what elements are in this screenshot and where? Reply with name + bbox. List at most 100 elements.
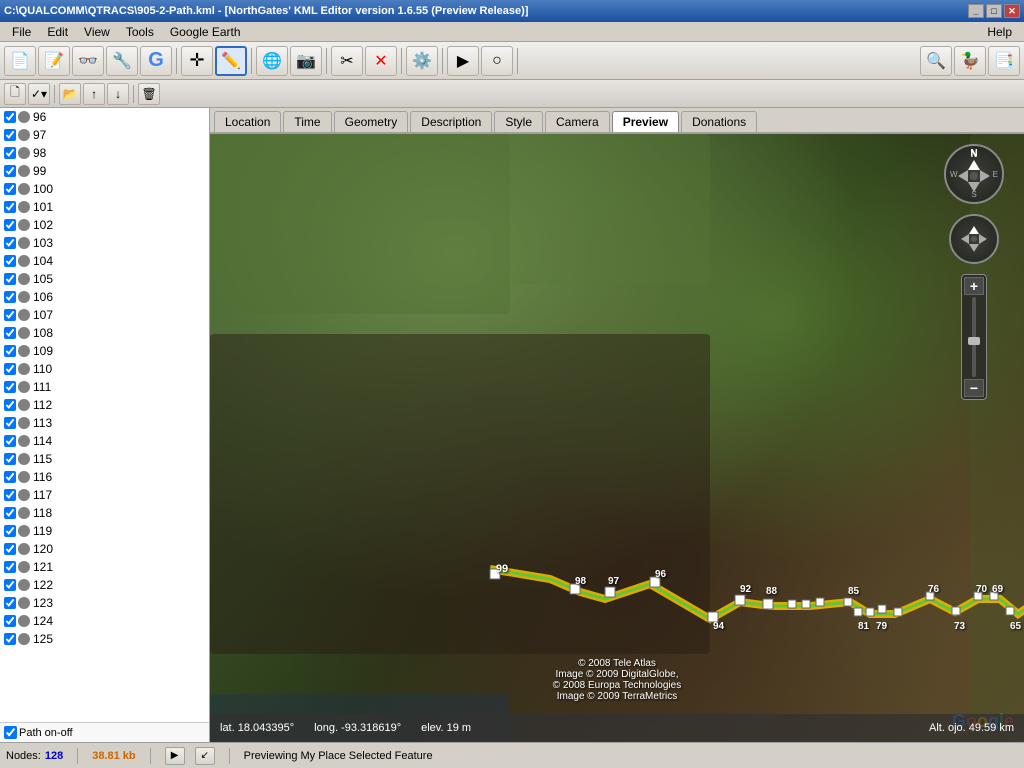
tree-item[interactable]: 107 [0, 306, 209, 324]
google-earth-button[interactable]: G [140, 46, 172, 76]
tree-checkbox[interactable] [4, 489, 16, 501]
menu-edit[interactable]: Edit [39, 23, 76, 41]
tree-item[interactable]: 101 [0, 198, 209, 216]
nav-up-button[interactable]: ↑ [83, 83, 105, 105]
tree-checkbox[interactable] [4, 579, 16, 591]
close-button[interactable]: ✕ [1004, 4, 1020, 18]
tree-checkbox[interactable] [4, 363, 16, 375]
path-onoff-checkbox[interactable] [4, 726, 17, 739]
tree-checkbox[interactable] [4, 237, 16, 249]
camera-button[interactable]: 📷 [290, 46, 322, 76]
select-button[interactable]: ✏️ [215, 46, 247, 76]
tree-checkbox[interactable] [4, 219, 16, 231]
zoom-out-button[interactable]: − [964, 379, 984, 397]
tree-area[interactable]: 9697989910010110210310410510610710810911… [0, 108, 209, 722]
tree-item[interactable]: 121 [0, 558, 209, 576]
tree-item[interactable]: 125 [0, 630, 209, 648]
titlebar-buttons[interactable]: _ □ ✕ [968, 4, 1020, 18]
check-dropdown[interactable]: ✓▾ [28, 83, 50, 105]
menu-view[interactable]: View [76, 23, 118, 41]
tree-checkbox[interactable] [4, 471, 16, 483]
tree-item[interactable]: 118 [0, 504, 209, 522]
tab-geometry[interactable]: Geometry [334, 111, 409, 132]
tree-checkbox[interactable] [4, 183, 16, 195]
menu-google-earth[interactable]: Google Earth [162, 23, 249, 41]
tree-item[interactable]: 102 [0, 216, 209, 234]
tree-checkbox[interactable] [4, 507, 16, 519]
tree-item[interactable]: 119 [0, 522, 209, 540]
view-button[interactable]: 👓 [72, 46, 104, 76]
tree-checkbox[interactable] [4, 165, 16, 177]
tree-checkbox[interactable] [4, 201, 16, 213]
tree-item[interactable]: 99 [0, 162, 209, 180]
tab-style[interactable]: Style [494, 111, 543, 132]
map-area[interactable]: 99 98 97 96 92 94 88 85 81 79 76 73 70 6… [210, 134, 1024, 742]
zoom-in-button[interactable]: + [964, 277, 984, 295]
tree-checkbox[interactable] [4, 327, 16, 339]
tree-checkbox[interactable] [4, 399, 16, 411]
maximize-button[interactable]: □ [986, 4, 1002, 18]
status-btn-1[interactable]: ▶ [165, 747, 185, 765]
tree-item[interactable]: 109 [0, 342, 209, 360]
tree-item[interactable]: 96 [0, 108, 209, 126]
tab-location[interactable]: Location [214, 111, 281, 132]
compass[interactable]: N S W E [944, 144, 1004, 204]
tree-item[interactable]: 106 [0, 288, 209, 306]
tab-time[interactable]: Time [283, 111, 331, 132]
nav-down-button[interactable]: ↓ [107, 83, 129, 105]
delete2-button[interactable]: 🗑 [138, 83, 160, 105]
play-button[interactable]: ▶ [447, 46, 479, 76]
tools-button[interactable]: 🔧 [106, 46, 138, 76]
tree-item[interactable]: 97 [0, 126, 209, 144]
tree-item[interactable]: 111 [0, 378, 209, 396]
tree-item[interactable]: 110 [0, 360, 209, 378]
tab-donations[interactable]: Donations [681, 111, 757, 132]
tree-checkbox[interactable] [4, 381, 16, 393]
tree-checkbox[interactable] [4, 129, 16, 141]
open-button[interactable]: 🌐 [256, 46, 288, 76]
tree-item[interactable]: 98 [0, 144, 209, 162]
tree-checkbox[interactable] [4, 453, 16, 465]
tree-item[interactable]: 113 [0, 414, 209, 432]
tree-checkbox[interactable] [4, 633, 16, 645]
tree-checkbox[interactable] [4, 597, 16, 609]
tree-checkbox[interactable] [4, 525, 16, 537]
tree-item[interactable]: 103 [0, 234, 209, 252]
crosshair-button[interactable]: ✛ [181, 46, 213, 76]
tree-item[interactable]: 104 [0, 252, 209, 270]
search-button[interactable]: 🔍 [920, 46, 952, 76]
circle-button[interactable]: ○ [481, 46, 513, 76]
tree-item[interactable]: 115 [0, 450, 209, 468]
tree-item[interactable]: 105 [0, 270, 209, 288]
tree-item[interactable]: 114 [0, 432, 209, 450]
tree-checkbox[interactable] [4, 417, 16, 429]
tree-checkbox[interactable] [4, 615, 16, 627]
tab-camera[interactable]: Camera [545, 111, 610, 132]
tree-item[interactable]: 117 [0, 486, 209, 504]
tree-checkbox[interactable] [4, 435, 16, 447]
duck-button[interactable]: 🦆 [954, 46, 986, 76]
tree-checkbox[interactable] [4, 561, 16, 573]
zoom-thumb[interactable] [968, 337, 980, 345]
minimize-button[interactable]: _ [968, 4, 984, 18]
tree-checkbox[interactable] [4, 273, 16, 285]
tree-item[interactable]: 116 [0, 468, 209, 486]
status-btn-2[interactable]: ↙ [195, 747, 215, 765]
tab-description[interactable]: Description [410, 111, 492, 132]
tab-preview[interactable]: Preview [612, 111, 679, 132]
tree-item[interactable]: 108 [0, 324, 209, 342]
tree-item[interactable]: 122 [0, 576, 209, 594]
menu-help[interactable]: Help [979, 23, 1020, 41]
tree-item[interactable]: 124 [0, 612, 209, 630]
menu-tools[interactable]: Tools [118, 23, 162, 41]
tree-checkbox[interactable] [4, 543, 16, 555]
tree-item[interactable]: 100 [0, 180, 209, 198]
pages-button[interactable]: 📑 [988, 46, 1020, 76]
tree-checkbox[interactable] [4, 255, 16, 267]
zoom-control[interactable]: + − [961, 274, 987, 400]
menu-file[interactable]: File [4, 23, 39, 41]
delete-button[interactable]: ✕ [365, 46, 397, 76]
new2-button[interactable]: 🗋 [4, 83, 26, 105]
tree-checkbox[interactable] [4, 111, 16, 123]
zoom-track[interactable] [972, 297, 976, 377]
